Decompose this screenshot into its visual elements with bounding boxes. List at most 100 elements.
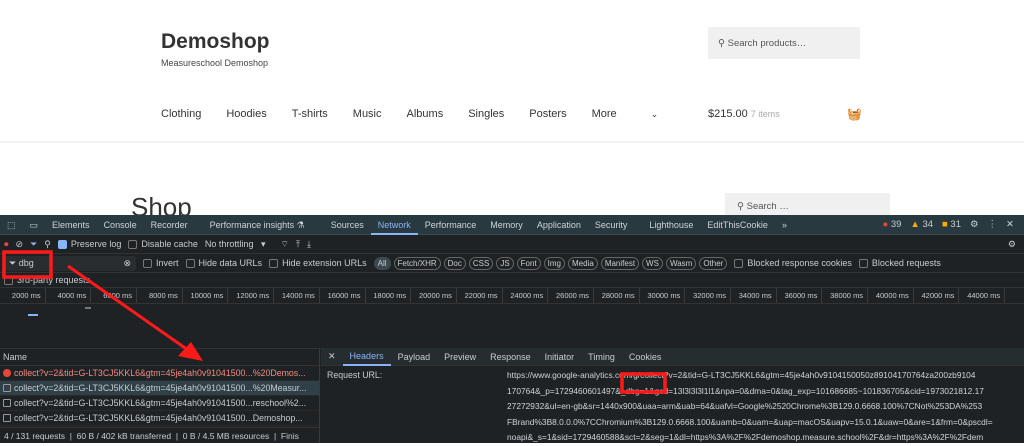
timeline-tick: 20000 ms: [411, 288, 457, 303]
error-count[interactable]: ● 39: [882, 219, 901, 230]
basket-icon[interactable]: 🧺: [847, 107, 862, 121]
request-row[interactable]: collect?v=2&tid=G-LT3CJ5KKL6&gtm=45je4ah…: [0, 411, 319, 426]
request-name: collect?v=2&tid=G-LT3CJ5KKL6&gtm=45je4ah…: [14, 413, 303, 423]
disable-cache-label: Disable cache: [141, 238, 198, 249]
tab-security[interactable]: Security: [588, 215, 635, 235]
import-icon[interactable]: ⤒: [296, 239, 300, 250]
transferred-size: 60 B / 402 kB transferred: [76, 431, 172, 441]
tab-editthiscookie[interactable]: EditThisCookie: [700, 215, 775, 235]
inspect-icon[interactable]: ⬚: [0, 215, 23, 235]
close-icon[interactable]: ✕: [1006, 219, 1014, 230]
network-toolbar: ⏺ ⊘ ⏷ ⚲ Preserve log Disable cache No th…: [0, 235, 1024, 254]
status-bar: 4 / 131 requests | 60 B / 402 kB transfe…: [0, 427, 320, 443]
nav-tshirts[interactable]: T-shirts: [292, 108, 328, 120]
request-row[interactable]: collect?v=2&tid=G-LT3CJ5KKL6&gtm=45je4ah…: [0, 366, 319, 381]
device-toggle-icon[interactable]: ▭: [23, 215, 46, 235]
more-tabs-button[interactable]: »: [775, 215, 794, 235]
timeline-tick: 18000 ms: [366, 288, 412, 303]
product-search-input[interactable]: ⚲ Search products…: [708, 27, 860, 59]
hide-data-urls-checkbox[interactable]: Hide data URLs: [185, 258, 262, 269]
timeline-tick: 6000 ms: [91, 288, 138, 303]
type-css[interactable]: CSS: [468, 256, 494, 270]
url-line: noapi&_s=1&sid=1729460588&sct=2&seg=1&dl…: [507, 432, 984, 442]
type-all[interactable]: All: [373, 256, 391, 270]
nav-posters[interactable]: Posters: [529, 108, 566, 120]
nav-music[interactable]: Music: [353, 108, 382, 120]
nav-more[interactable]: More ⌄: [592, 108, 684, 120]
filter-icon[interactable]: ⏷: [30, 239, 37, 250]
name-column-header[interactable]: Name: [0, 348, 319, 366]
record-icon[interactable]: ⏺: [4, 239, 9, 250]
network-settings-icon[interactable]: ⚙: [1008, 239, 1016, 250]
tab-recorder[interactable]: Recorder: [144, 215, 195, 235]
hide-extension-urls-checkbox[interactable]: Hide extension URLs: [269, 258, 367, 269]
request-url-value[interactable]: https://www.google-analytics.com/g/colle…: [507, 368, 1022, 446]
tab-network[interactable]: Network: [370, 215, 418, 235]
type-fetch-xhr[interactable]: Fetch/XHR: [393, 256, 441, 270]
tab-timing[interactable]: Timing: [581, 352, 622, 362]
tab-memory[interactable]: Memory: [483, 215, 530, 235]
type-other[interactable]: Other: [699, 256, 728, 270]
tab-initiator[interactable]: Initiator: [538, 352, 582, 362]
timeline-tick: 16000 ms: [320, 288, 366, 303]
timeline-tick: 32000 ms: [685, 288, 731, 303]
kebab-menu-icon[interactable]: ⋮: [988, 219, 998, 230]
tab-performance-insights[interactable]: Performance insights ⚗: [203, 215, 312, 235]
nav-singles[interactable]: Singles: [468, 108, 504, 120]
tab-payload[interactable]: Payload: [391, 352, 438, 362]
blocked-cookies-label: Blocked response cookies: [747, 257, 852, 268]
search-icon[interactable]: ⚲: [44, 239, 51, 250]
issue-counters[interactable]: ● 39 ▲ 34 ■ 31 ⚙ ⋮ ✕: [882, 219, 1014, 230]
timeline-tick: 34000 ms: [731, 288, 777, 303]
tab-performance[interactable]: Performance: [418, 215, 484, 235]
blocked-cookies-checkbox[interactable]: Blocked response cookies: [734, 257, 852, 269]
type-doc[interactable]: Doc: [443, 256, 466, 270]
timeline-tick: 44000 ms: [959, 288, 1006, 303]
filter-input[interactable]: ⏷ dbg ⊗: [4, 255, 136, 271]
type-wasm[interactable]: Wasm: [665, 256, 697, 270]
nav-clothing[interactable]: Clothing: [161, 108, 201, 120]
clear-icon[interactable]: ⊘: [16, 239, 24, 250]
settings-icon[interactable]: ⚙: [970, 219, 979, 230]
tab-application[interactable]: Application: [530, 215, 588, 235]
network-conditions-icon[interactable]: ⌔: [280, 239, 288, 250]
tab-lighthouse[interactable]: Lighthouse: [642, 215, 700, 235]
request-row[interactable]: collect?v=2&tid=G-LT3CJ5KKL6&gtm=45je4ah…: [0, 381, 319, 396]
timeline-tick: 38000 ms: [822, 288, 869, 303]
tab-cookies[interactable]: Cookies: [622, 352, 669, 362]
request-row[interactable]: collect?v=2&tid=G-LT3CJ5KKL6&gtm=45je4ah…: [0, 396, 319, 411]
nav-albums[interactable]: Albums: [407, 108, 444, 120]
clear-filter-icon[interactable]: ⊗: [123, 258, 131, 269]
type-manifest[interactable]: Manifest: [600, 256, 640, 270]
close-details-icon[interactable]: ✕: [321, 351, 343, 362]
throttling-select[interactable]: No throttling ▾: [205, 239, 266, 250]
invert-checkbox[interactable]: Invert: [143, 258, 179, 269]
type-font[interactable]: Font: [516, 256, 541, 270]
tab-console[interactable]: Console: [97, 215, 144, 235]
cart-link[interactable]: $215.00 7 items: [708, 108, 780, 120]
issue-count[interactable]: ■ 31: [942, 219, 961, 230]
type-img[interactable]: Img: [543, 256, 566, 270]
tab-elements[interactable]: Elements: [45, 215, 97, 235]
search-placeholder: Search products…: [727, 38, 807, 49]
preserve-log-checkbox[interactable]: Preserve log: [57, 239, 121, 250]
devtools-tabbar: ⬚ ▭ Elements Console Recorder Performanc…: [0, 215, 1024, 235]
blocked-requests-checkbox[interactable]: Blocked requests: [858, 258, 941, 269]
type-ws[interactable]: WS: [642, 256, 663, 270]
type-media[interactable]: Media: [568, 256, 598, 270]
waterfall-overview[interactable]: [0, 304, 1024, 349]
warning-count[interactable]: ▲ 34: [910, 219, 933, 230]
type-js[interactable]: JS: [496, 256, 514, 270]
third-party-checkbox[interactable]: 3rd-party requests: [4, 275, 90, 286]
tab-sources[interactable]: Sources: [324, 215, 371, 235]
sidebar-search-input[interactable]: ⚲ Search …: [725, 193, 890, 217]
tab-headers[interactable]: Headers: [342, 348, 391, 366]
tab-response[interactable]: Response: [483, 352, 538, 362]
export-icon[interactable]: ⤓: [307, 239, 311, 250]
nav-hoodies[interactable]: Hoodies: [226, 108, 266, 120]
tab-preview[interactable]: Preview: [437, 352, 483, 362]
issue-icon: ■: [942, 219, 948, 230]
disable-cache-checkbox[interactable]: Disable cache: [128, 238, 198, 250]
site-title[interactable]: Demoshop: [161, 30, 270, 54]
filter-value: dbg: [18, 257, 34, 268]
